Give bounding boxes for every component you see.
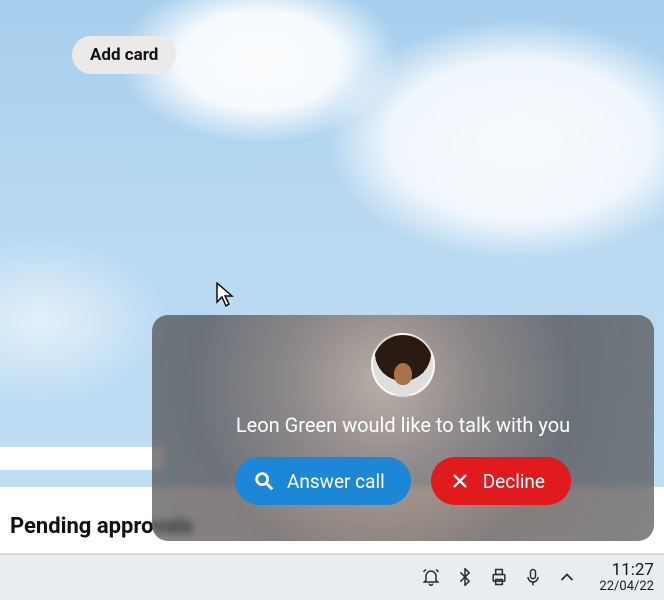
taskbar-clock[interactable]: 11:27 22/04/22 — [599, 562, 654, 593]
taskbar-date: 22/04/22 — [599, 580, 654, 594]
notification-bell-icon[interactable] — [421, 567, 441, 587]
system-tray: 11:27 22/04/22 — [421, 562, 654, 593]
decline-call-button[interactable]: Decline — [431, 457, 571, 505]
search-icon — [253, 470, 275, 492]
content-band — [0, 447, 164, 470]
mouse-cursor — [216, 282, 236, 308]
add-card-button[interactable]: Add card — [72, 36, 176, 74]
caller-avatar — [371, 333, 435, 397]
answer-call-button[interactable]: Answer call — [235, 457, 411, 505]
incoming-call-toast: Leon Green would like to talk with you A… — [152, 315, 654, 541]
call-actions: Answer call Decline — [235, 457, 571, 505]
decline-call-label: Decline — [483, 470, 545, 493]
bluetooth-icon[interactable] — [455, 567, 475, 587]
taskbar-time: 11:27 — [612, 562, 654, 580]
printer-icon[interactable] — [489, 567, 509, 587]
call-message: Leon Green would like to talk with you — [236, 413, 570, 437]
microphone-icon[interactable] — [523, 567, 543, 587]
chevron-up-icon[interactable] — [557, 567, 577, 587]
taskbar: 11:27 22/04/22 — [0, 554, 664, 600]
answer-call-label: Answer call — [287, 470, 385, 493]
close-icon — [449, 470, 471, 492]
